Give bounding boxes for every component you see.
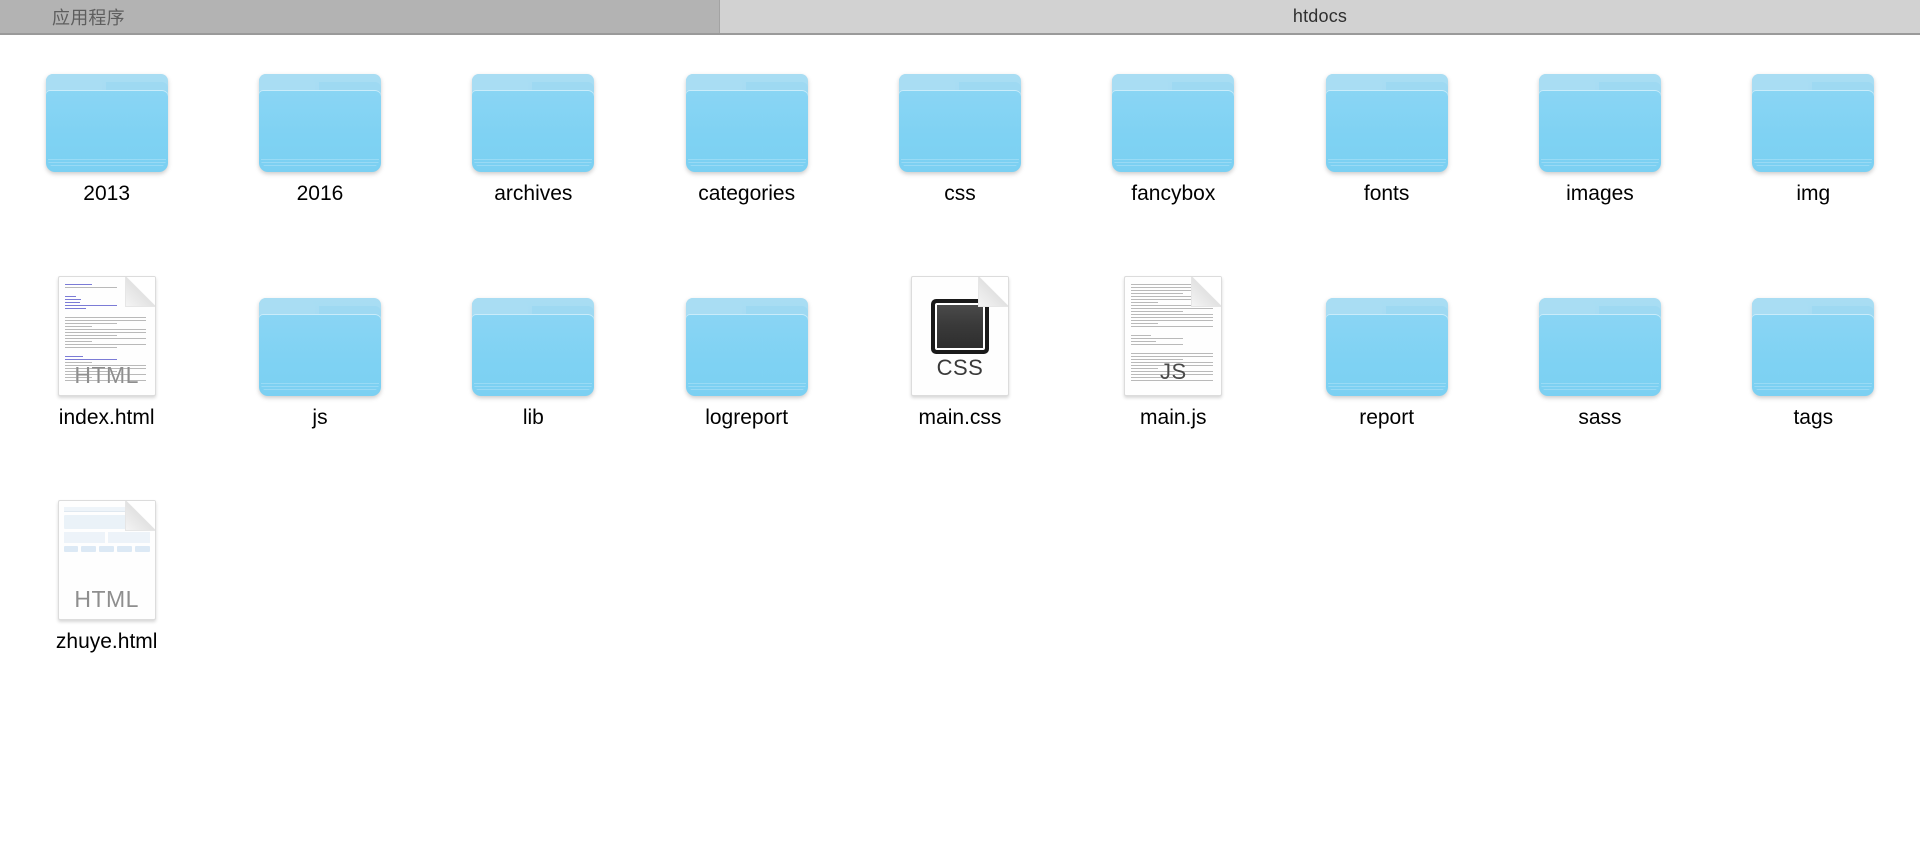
icon-container[interactable]: HTML: [42, 271, 172, 396]
icon-container[interactable]: [1108, 47, 1238, 172]
tab-htdocs-label: htdocs: [1292, 6, 1348, 26]
icon-container[interactable]: [255, 271, 385, 396]
file-label: main.css: [918, 406, 1002, 429]
file-item-2016[interactable]: 2016: [213, 47, 426, 271]
file-item-js[interactable]: js: [213, 271, 426, 495]
file-item-fonts[interactable]: fonts: [1280, 47, 1493, 271]
file-type-badge: CSS: [936, 355, 984, 380]
icon-container[interactable]: [468, 47, 598, 172]
icon-row: HTML index.html js lib logreport CSS mai…: [0, 271, 1920, 495]
folder-icon: [1325, 298, 1448, 396]
folder-icon: [685, 74, 808, 172]
file-label: logreport: [705, 406, 789, 429]
page-fold-corner: [977, 277, 1008, 307]
folder-icon: [472, 74, 595, 172]
icon-container[interactable]: [682, 47, 812, 172]
icon-container[interactable]: JS: [1108, 271, 1238, 396]
icon-container[interactable]: [1322, 47, 1452, 172]
file-label: images: [1566, 182, 1634, 205]
icon-container[interactable]: [468, 271, 598, 396]
file-label: fonts: [1363, 182, 1410, 205]
folder-icon: [1752, 298, 1875, 396]
file-label: zhuye.html: [55, 630, 158, 653]
file-item-archives[interactable]: archives: [427, 47, 640, 271]
file-label: fancybox: [1131, 182, 1216, 205]
file-item-categories[interactable]: categories: [640, 47, 853, 271]
icon-container[interactable]: [1322, 271, 1452, 396]
file-label: 2013: [83, 182, 131, 205]
tab-htdocs[interactable]: htdocs: [720, 0, 1920, 33]
icon-container[interactable]: [1748, 47, 1878, 172]
file-item-logreport[interactable]: logreport: [640, 271, 853, 495]
file-item-report[interactable]: report: [1280, 271, 1493, 495]
css-thumbnail-frame: [930, 299, 989, 354]
file-item-lib[interactable]: lib: [427, 271, 640, 495]
css-document-icon: CSS: [910, 276, 1009, 396]
icon-container[interactable]: [1535, 271, 1665, 396]
file-label: img: [1796, 182, 1831, 205]
folder-icon: [685, 298, 808, 396]
html-source-document-icon: HTML: [57, 276, 156, 396]
folder-icon: [1325, 74, 1448, 172]
folder-icon: [898, 74, 1021, 172]
file-item-sass[interactable]: sass: [1493, 271, 1706, 495]
file-label: index.html: [58, 406, 155, 429]
file-label: sass: [1578, 406, 1622, 429]
icon-container[interactable]: [682, 271, 812, 396]
folder-icon: [1752, 74, 1875, 172]
icon-container[interactable]: [895, 47, 1025, 172]
icon-container[interactable]: [1748, 271, 1878, 396]
file-item-main-js[interactable]: JS main.js: [1067, 271, 1280, 495]
page-fold-corner: [1191, 277, 1222, 307]
folder-icon: [1538, 298, 1661, 396]
file-label: archives: [494, 182, 573, 205]
html-page-document-icon: HTML: [57, 500, 156, 620]
page-fold-corner: [124, 277, 155, 307]
file-item-images[interactable]: images: [1493, 47, 1706, 271]
folder-icon: [1538, 74, 1661, 172]
folder-icon: [1112, 74, 1235, 172]
file-item-zhuye-html[interactable]: HTML zhuye.html: [0, 495, 213, 719]
file-type-badge: HTML: [74, 362, 139, 388]
file-label: categories: [698, 182, 796, 205]
folder-icon: [258, 74, 381, 172]
icon-container[interactable]: [1535, 47, 1665, 172]
folder-icon: [45, 74, 168, 172]
icon-container[interactable]: CSS: [895, 271, 1025, 396]
icon-container[interactable]: HTML: [42, 495, 172, 620]
file-item-index-html[interactable]: HTML index.html: [0, 271, 213, 495]
file-label: lib: [522, 406, 544, 429]
folder-icon: [258, 298, 381, 396]
icon-row: HTML zhuye.html: [0, 495, 1920, 719]
file-item-2013[interactable]: 2013: [0, 47, 213, 271]
file-item-fancybox[interactable]: fancybox: [1067, 47, 1280, 271]
file-item-css[interactable]: css: [853, 47, 1066, 271]
page-fold-corner: [124, 501, 155, 531]
icon-container[interactable]: [42, 47, 172, 172]
file-item-main-css[interactable]: CSS main.css: [853, 271, 1066, 495]
file-label: 2016: [296, 182, 344, 205]
icon-container[interactable]: [255, 47, 385, 172]
file-label: main.js: [1140, 406, 1207, 429]
file-label: css: [944, 182, 976, 205]
tab-bar: 应用程序 htdocs: [0, 0, 1920, 35]
file-type-badge: HTML: [74, 586, 139, 612]
file-type-badge: JS: [1159, 359, 1187, 384]
tab-applications-label: 应用程序: [52, 7, 125, 28]
file-label: tags: [1793, 406, 1834, 429]
file-label: report: [1359, 406, 1415, 429]
js-document-icon: JS: [1124, 276, 1223, 396]
file-item-img[interactable]: img: [1707, 47, 1920, 271]
file-label: js: [312, 406, 328, 429]
tab-applications[interactable]: 应用程序: [0, 0, 720, 33]
file-item-tags[interactable]: tags: [1707, 271, 1920, 495]
file-icon-grid: 2013 2016 archives categories css fancyb…: [0, 35, 1920, 854]
folder-icon: [472, 298, 595, 396]
icon-row: 2013 2016 archives categories css fancyb…: [0, 47, 1920, 271]
